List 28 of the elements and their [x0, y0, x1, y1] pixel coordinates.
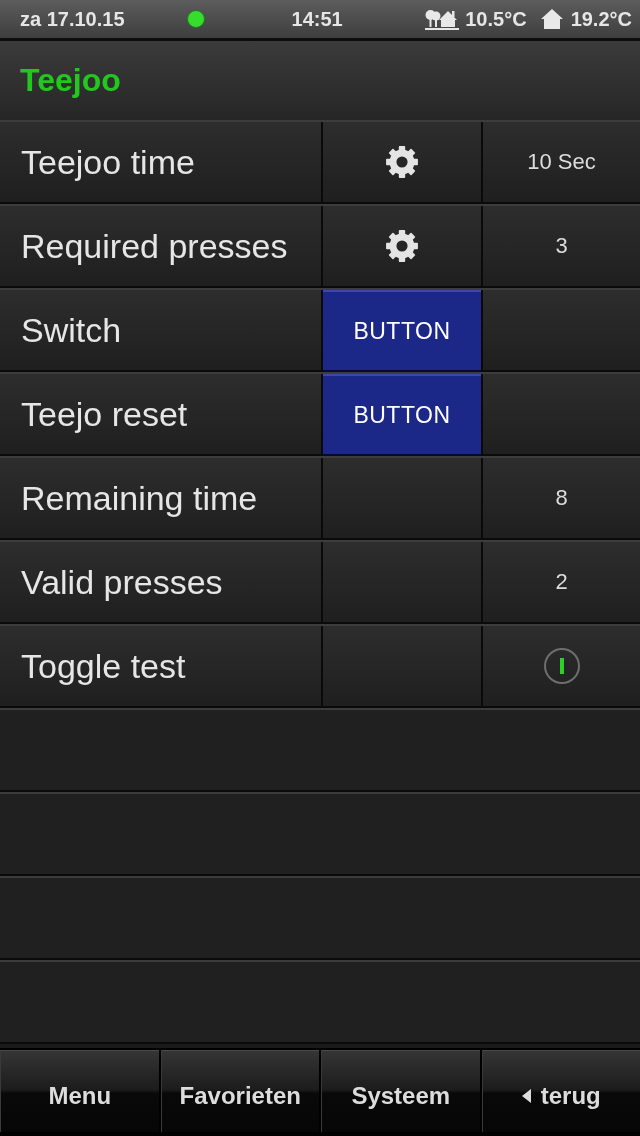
row-label: Teejo reset — [21, 394, 188, 434]
row-label: Valid presses — [21, 562, 223, 602]
action-button[interactable]: BUTTON — [323, 290, 481, 372]
page-title: Teejoo — [20, 62, 121, 99]
temperature-reading: 19.2°C — [570, 7, 632, 31]
settings-icon[interactable] — [385, 229, 419, 263]
row-label: Teejoo time — [21, 142, 195, 182]
row-label: Toggle test — [21, 646, 186, 686]
row-label: Required presses — [21, 226, 288, 266]
trees-house-icon — [425, 8, 460, 30]
nav-tab[interactable]: Systeem — [321, 1050, 480, 1132]
status-time: 14:51 — [291, 7, 343, 31]
status-date: za 17.10.15 — [20, 7, 125, 31]
settings-icon[interactable] — [385, 145, 419, 179]
row-label: Switch — [21, 310, 122, 350]
house-icon — [540, 9, 563, 29]
back-arrow-icon — [521, 1088, 531, 1103]
power-toggle-icon[interactable] — [543, 648, 580, 684]
nav-tab[interactable]: terug — [481, 1050, 640, 1132]
action-button[interactable]: BUTTON — [323, 374, 481, 456]
nav-tab[interactable]: Favorieten — [160, 1050, 319, 1132]
row-value: 3 — [555, 233, 568, 259]
row-label: Remaining time — [21, 478, 258, 518]
row-value: 8 — [555, 485, 568, 511]
temperature-reading: 10.5°C — [465, 7, 527, 31]
row-value: 10 Sec — [527, 149, 596, 175]
nav-tab[interactable]: Menu — [0, 1050, 159, 1132]
row-value: 2 — [555, 569, 568, 595]
